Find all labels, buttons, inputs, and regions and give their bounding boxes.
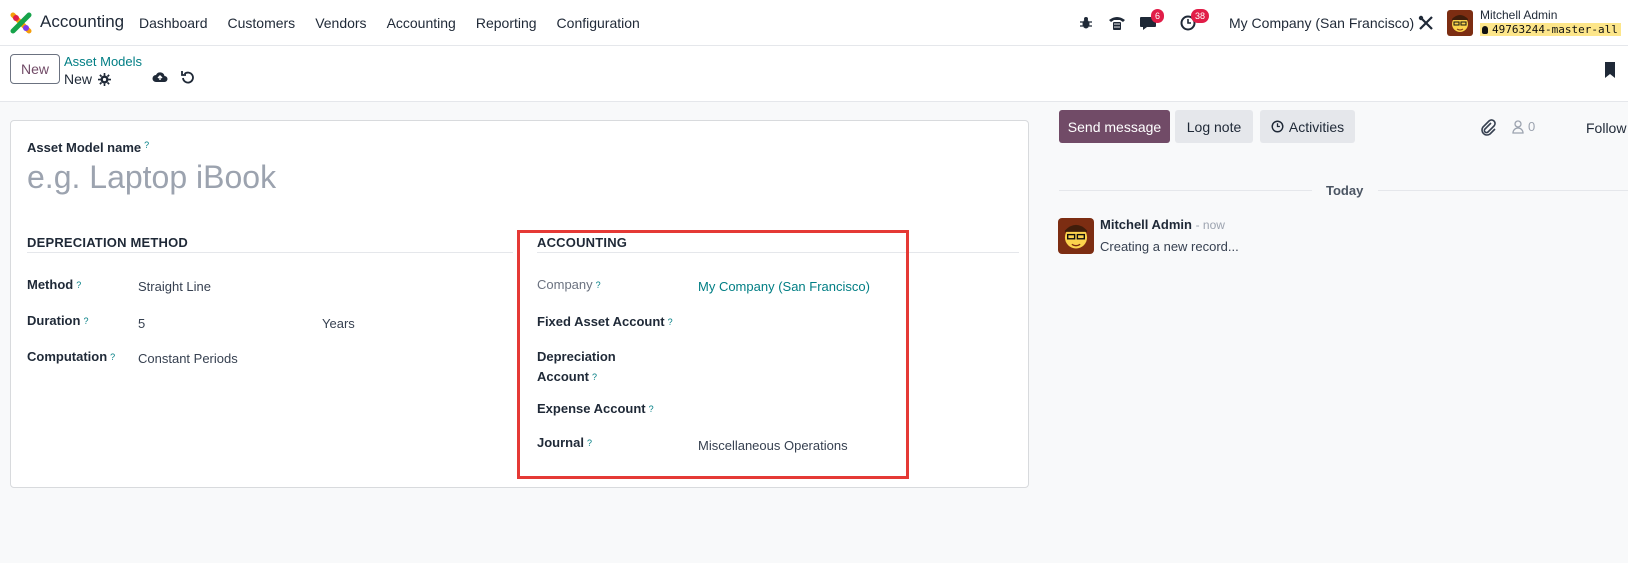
date-separator: Today — [1326, 183, 1364, 198]
followers-count: 0 — [1528, 119, 1536, 134]
bug-icon[interactable] — [1075, 12, 1097, 34]
send-message-button[interactable]: Send message — [1059, 110, 1170, 143]
discard-icon[interactable] — [181, 70, 195, 89]
message-author-avatar[interactable] — [1058, 218, 1094, 254]
date-divider-left — [1059, 190, 1312, 191]
activities-count-badge: 38 — [1191, 9, 1210, 23]
record-name: New — [64, 71, 93, 87]
company-switcher[interactable]: My Company (San Francisco) — [1229, 15, 1414, 31]
computation-select[interactable]: Constant Periods — [138, 351, 238, 366]
asset-model-name-input[interactable]: e.g. Laptop iBook — [27, 159, 276, 196]
menu-customers[interactable]: Customers — [228, 15, 296, 31]
tools-icon[interactable] — [1415, 12, 1437, 34]
user-icon — [1512, 119, 1524, 134]
log-note-button[interactable]: Log note — [1175, 110, 1253, 143]
user-avatar[interactable] — [1447, 10, 1473, 36]
duration-unit-select[interactable]: Years — [322, 316, 355, 331]
database-name: 49763244-master-all — [1480, 23, 1621, 36]
computation-label: Computation? — [27, 349, 116, 364]
menu-dashboard[interactable]: Dashboard — [139, 15, 208, 31]
breadcrumb-asset-models[interactable]: Asset Models — [64, 54, 142, 69]
user-name[interactable]: Mitchell Admin — [1480, 8, 1557, 22]
followers-button[interactable]: 0 — [1512, 119, 1535, 134]
top-navbar: Accounting Dashboard Customers Vendors A… — [0, 0, 1628, 46]
app-name[interactable]: Accounting — [40, 12, 124, 32]
activities-button[interactable]: Activities — [1260, 110, 1355, 143]
message-author: Mitchell Admin - now — [1100, 217, 1225, 232]
control-panel: New Asset Models New — [0, 46, 1628, 102]
menu-accounting[interactable]: Accounting — [387, 15, 456, 31]
duration-input[interactable]: 5 — [138, 316, 145, 331]
date-divider-right — [1378, 190, 1628, 191]
paperclip-icon[interactable] — [1480, 118, 1496, 141]
main-menu: Dashboard Customers Vendors Accounting R… — [139, 15, 660, 31]
gear-icon[interactable] — [98, 73, 111, 91]
new-button[interactable]: New — [10, 54, 60, 84]
bookmark-icon[interactable] — [1604, 62, 1616, 83]
depreciation-divider — [27, 252, 513, 253]
accounting-highlight-box — [517, 230, 909, 479]
message-time: - now — [1195, 218, 1225, 232]
menu-configuration[interactable]: Configuration — [557, 15, 640, 31]
duration-label: Duration? — [27, 313, 89, 328]
menu-reporting[interactable]: Reporting — [476, 15, 537, 31]
asset-model-name-label: Asset Model name? — [27, 140, 150, 155]
menu-vendors[interactable]: Vendors — [315, 15, 366, 31]
method-label: Method? — [27, 277, 82, 292]
depreciation-section-title: DEPRECIATION METHOD — [27, 235, 189, 250]
accounting-app-icon[interactable] — [10, 12, 32, 34]
clock-icon — [1271, 120, 1284, 133]
message-body: Creating a new record... — [1100, 239, 1239, 254]
activities-label: Activities — [1288, 118, 1345, 135]
messages-count-badge: 6 — [1151, 9, 1165, 23]
phone-icon[interactable] — [1106, 12, 1128, 34]
method-select[interactable]: Straight Line — [138, 279, 211, 294]
follow-button[interactable]: Follow — [1586, 120, 1626, 136]
save-cloud-icon[interactable] — [152, 70, 168, 89]
